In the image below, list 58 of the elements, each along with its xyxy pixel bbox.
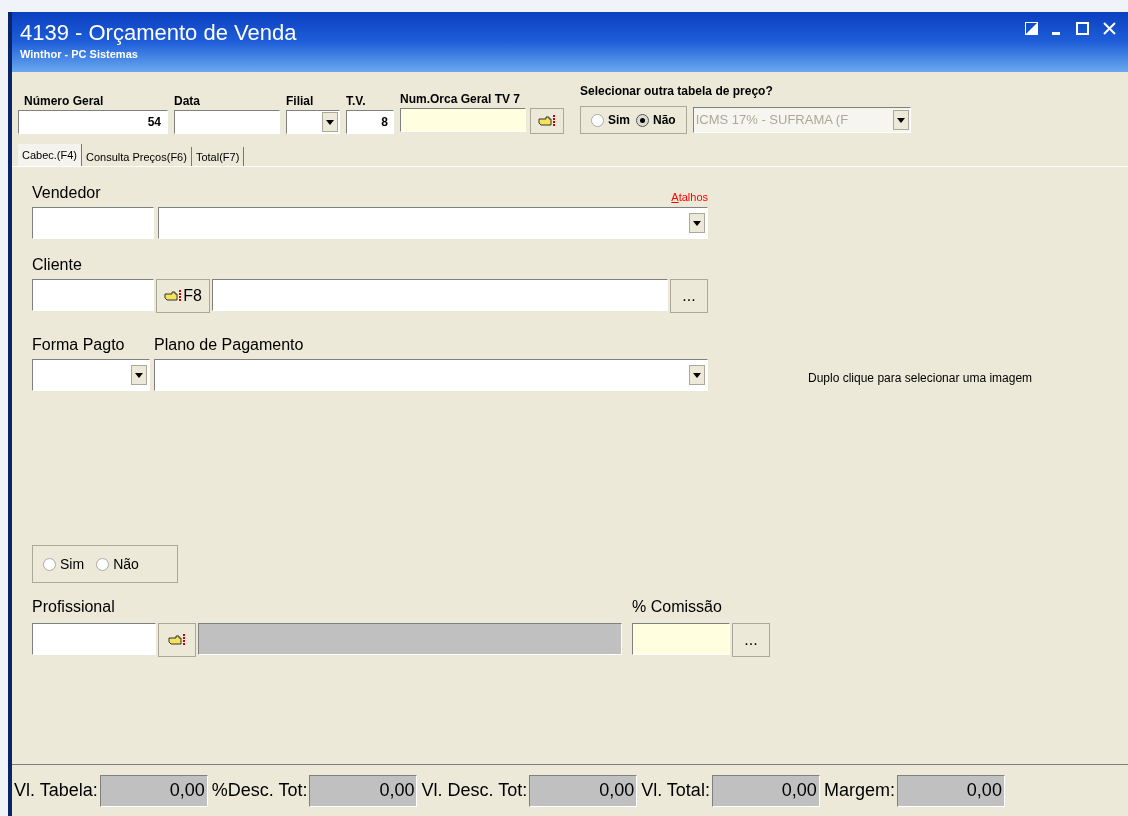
field-label: Número Geral: [24, 93, 105, 110]
window-title: 4139 - Orçamento de Venda: [20, 20, 297, 46]
dropdown-field[interactable]: [286, 110, 340, 134]
total-label: %Desc. Tot:: [211, 779, 308, 802]
radio-label: Não: [113, 554, 139, 574]
total-label: Vl. Desc. Tot:: [421, 779, 528, 802]
input-field[interactable]: [174, 110, 280, 134]
field-label: Plano de Pagamento: [154, 335, 305, 355]
tab[interactable]: Total(F7): [191, 147, 245, 166]
total-label: Vl. Total:: [641, 779, 710, 802]
lookup-button[interactable]: [158, 623, 196, 657]
question-label: Selecionar outra tabela de preço?: [580, 83, 774, 100]
radio-label: Sim: [60, 554, 85, 574]
restore-icon[interactable]: [1025, 22, 1038, 35]
pointing-hand-icon: [538, 114, 556, 128]
total-value-field: 0,00: [99, 774, 208, 807]
input-field[interactable]: 8: [346, 110, 394, 134]
input-field[interactable]: [632, 623, 730, 655]
radio-button[interactable]: [43, 557, 56, 571]
input-field[interactable]: [400, 108, 526, 132]
lookup-button[interactable]: [530, 108, 564, 134]
field-label: Cliente: [32, 255, 83, 275]
pointing-hand-icon: [168, 633, 186, 647]
field-label: Profissional: [32, 597, 116, 617]
radio-label: Sim: [608, 112, 630, 129]
field-label: Data: [174, 93, 201, 110]
field-label: Filial: [286, 93, 315, 110]
input-field[interactable]: 54: [18, 110, 168, 134]
field-label: T.V.: [346, 93, 367, 110]
input-field[interactable]: [32, 207, 154, 239]
radio-button[interactable]: [96, 557, 110, 571]
dropdown-field[interactable]: [158, 207, 708, 239]
field-label: Num.Orca Geral TV 7: [400, 91, 522, 108]
tab[interactable]: Consulta Preços(F6): [82, 147, 192, 166]
tab[interactable]: Cabec.(F4): [18, 144, 83, 166]
field-label: % Comissão: [632, 597, 723, 617]
total-value-field: 0,00: [896, 774, 1005, 807]
pointing-hand-icon: [164, 289, 183, 303]
total-value-field: 0,00: [711, 774, 820, 807]
dropdown-field[interactable]: [154, 359, 708, 391]
ellipsis-button[interactable]: ...: [732, 623, 770, 657]
close-icon[interactable]: [1103, 22, 1116, 35]
window-subtitle: Winthor - PC Sistemas: [20, 47, 139, 62]
dropdown-field[interactable]: [32, 359, 150, 391]
input-field[interactable]: [32, 623, 156, 655]
maximize-icon[interactable]: [1076, 22, 1089, 35]
ellipsis-button[interactable]: ...: [670, 279, 708, 313]
field-label: Vendedor: [32, 183, 101, 203]
total-value-field: 0,00: [529, 774, 638, 807]
input-field[interactable]: [212, 279, 668, 311]
input-field[interactable]: [32, 279, 154, 311]
total-label: Vl. Tabela:: [14, 779, 98, 802]
total-label: Margem:: [823, 779, 895, 802]
total-value-field: 0,00: [309, 774, 418, 807]
image-hint[interactable]: Duplo clique para selecionar uma imagem: [808, 369, 1033, 391]
radio-label: Não: [653, 112, 676, 129]
f8-lookup-button[interactable]: F8: [156, 279, 210, 313]
field-label: Forma Pagto: [32, 335, 126, 355]
